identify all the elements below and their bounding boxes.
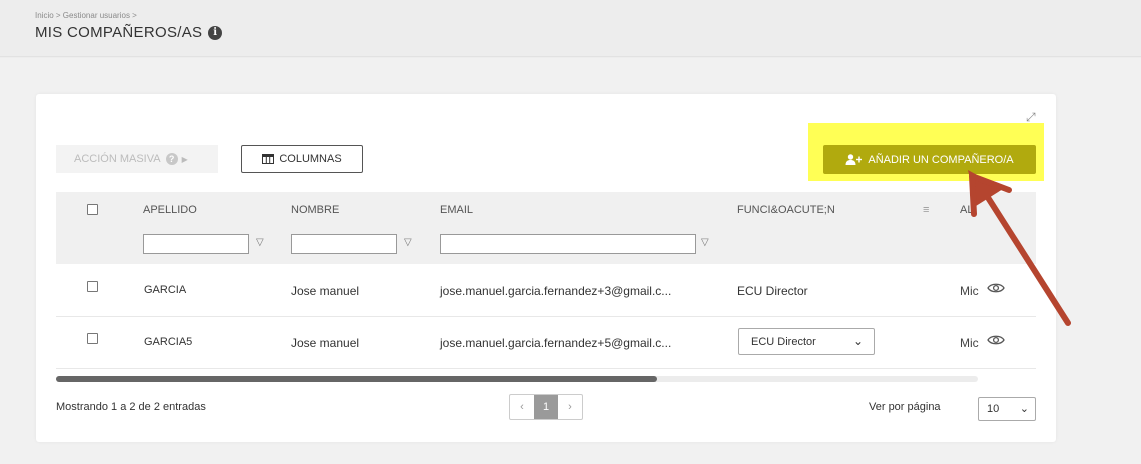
breadcrumb[interactable]: Inicio > Gestionar usuarios >: [35, 11, 137, 20]
filter-icon[interactable]: ▽: [404, 237, 412, 248]
pagination: ‹ 1 ›: [509, 394, 583, 420]
next-page-button[interactable]: ›: [558, 395, 582, 419]
eye-icon[interactable]: [987, 334, 1005, 346]
column-header-funcion[interactable]: FUNCI&OACUTE;N: [737, 204, 835, 216]
cell-nombre: Jose manuel: [291, 336, 360, 350]
horizontal-scrollbar[interactable]: [56, 376, 978, 382]
users-card: ⤢ ACCIÓN MASIVA ? ▶ COLUMNAS AÑADIR UN C…: [36, 94, 1056, 442]
column-header-email[interactable]: EMAIL: [440, 204, 473, 216]
cell-email: jose.manuel.garcia.fernandez+5@gmail.c..…: [440, 336, 672, 350]
cell-email: jose.manuel.garcia.fernandez+3@gmail.c..…: [440, 284, 672, 298]
column-header-nombre[interactable]: NOMBRE: [291, 204, 339, 216]
funcion-select[interactable]: ECU Director ⌄: [738, 328, 875, 355]
row-checkbox[interactable]: [87, 333, 98, 344]
cell-nombre: Jose manuel: [291, 284, 360, 298]
column-header-al[interactable]: AL: [960, 204, 973, 216]
per-page-label: Ver por página: [869, 401, 941, 413]
columns-icon: [262, 154, 275, 164]
cell-extra: Mic: [960, 284, 979, 298]
table-header: APELLIDO NOMBRE EMAIL FUNCI&OACUTE;N ≡ A…: [56, 192, 1036, 264]
table-row: GARCIA Jose manuel jose.manuel.garcia.fe…: [56, 265, 1036, 317]
entries-info: Mostrando 1 a 2 de 2 entradas: [56, 401, 206, 413]
select-all-checkbox[interactable]: [87, 204, 98, 215]
info-icon[interactable]: i: [208, 25, 223, 40]
filter-icon[interactable]: ▽: [701, 237, 709, 248]
prev-page-button[interactable]: ‹: [510, 395, 534, 419]
cell-funcion: ECU Director: [737, 284, 808, 298]
cell-extra: Mic: [960, 336, 979, 350]
cell-apellido: GARCIA: [144, 284, 187, 296]
chevron-down-icon: ⌄: [852, 334, 863, 348]
funcion-select-value: ECU Director: [751, 335, 816, 348]
add-colleague-button[interactable]: AÑADIR UN COMPAÑERO/A: [823, 145, 1036, 174]
caret-right-icon: ▶: [181, 154, 188, 164]
add-colleague-label: AÑADIR UN COMPAÑERO/A: [868, 153, 1014, 166]
column-menu-icon[interactable]: ≡: [923, 204, 929, 216]
add-user-icon: [845, 154, 863, 165]
page-1-button[interactable]: 1: [534, 395, 558, 419]
page-title: MIS COMPAÑEROS/AS i: [35, 24, 223, 41]
filter-nombre-input[interactable]: [291, 234, 397, 254]
column-header-apellido[interactable]: APELLIDO: [143, 204, 197, 216]
columns-button[interactable]: COLUMNAS: [241, 145, 363, 173]
filter-apellido-input[interactable]: [143, 234, 249, 254]
table-row: GARCIA5 Jose manuel jose.manuel.garcia.f…: [56, 317, 1036, 369]
row-checkbox[interactable]: [87, 281, 98, 292]
mass-action-button[interactable]: ACCIÓN MASIVA ? ▶: [56, 145, 218, 173]
page-title-text: MIS COMPAÑEROS/AS: [35, 24, 203, 41]
mass-action-label: ACCIÓN MASIVA: [74, 153, 161, 165]
eye-icon[interactable]: [987, 282, 1005, 294]
expand-icon[interactable]: ⤢: [1026, 111, 1038, 123]
cell-apellido: GARCIA5: [144, 336, 193, 348]
filter-icon[interactable]: ▽: [256, 237, 264, 248]
per-page-value: 10: [987, 403, 1000, 415]
header-bar: Inicio > Gestionar usuarios > MIS COMPAÑ…: [0, 0, 1141, 57]
chevron-down-icon: ⌄: [1019, 403, 1029, 415]
scrollbar-thumb[interactable]: [56, 376, 657, 382]
filter-email-input[interactable]: [440, 234, 696, 254]
per-page-select[interactable]: 10 ⌄: [978, 397, 1036, 421]
help-icon: ?: [165, 153, 178, 165]
columns-label: COLUMNAS: [279, 153, 342, 165]
